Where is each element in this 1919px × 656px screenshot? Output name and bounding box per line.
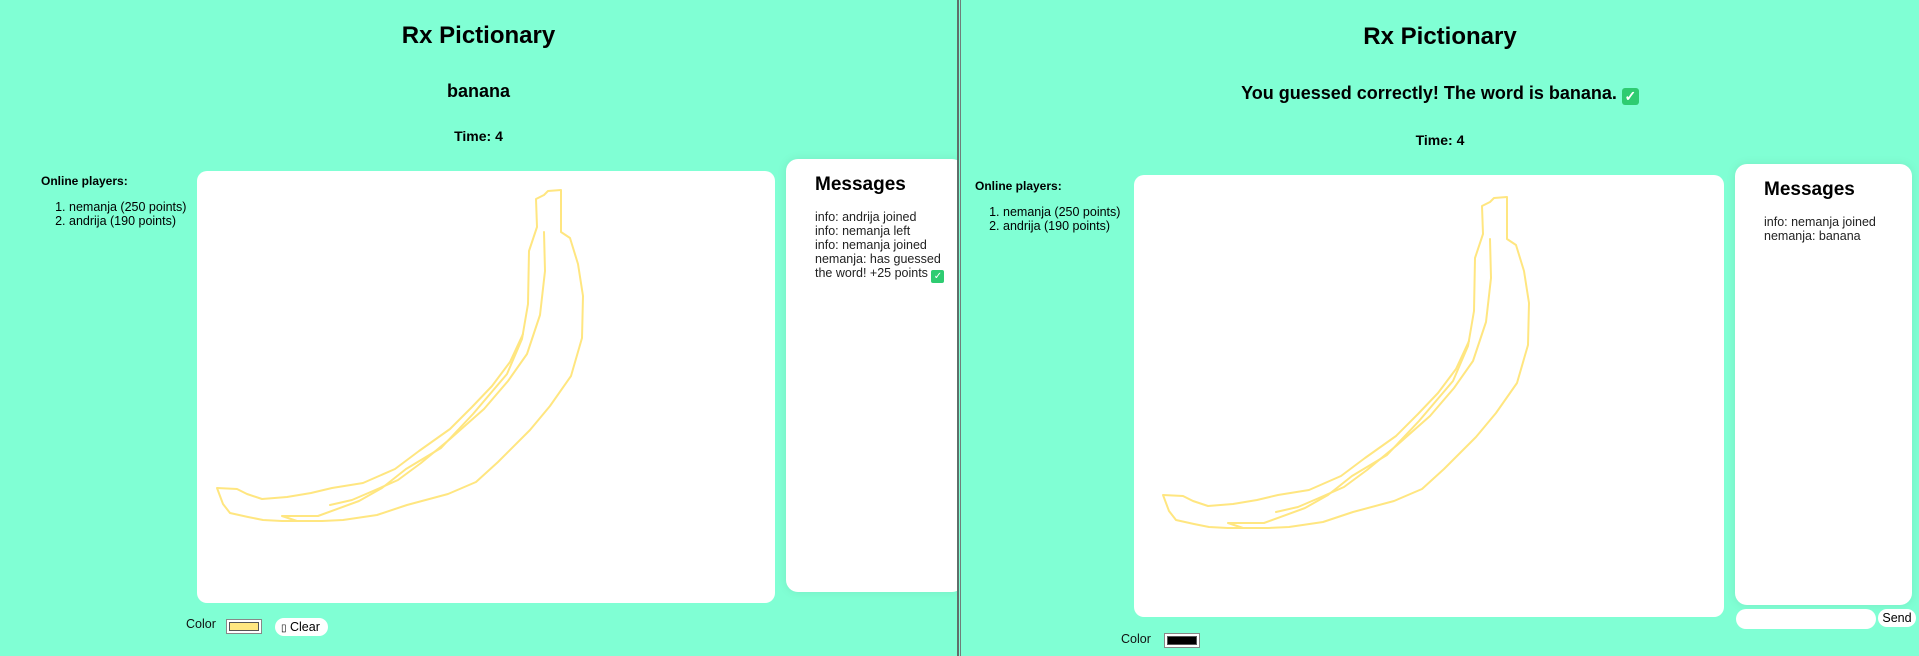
- message-item: info: nemanja joined: [1764, 215, 1876, 229]
- message-list: info: nemanja joined nemanja: banana: [1764, 215, 1909, 243]
- player-list: nemanja (250 points) andrija (190 points…: [41, 200, 186, 228]
- timer: Time: 4: [454, 128, 503, 144]
- messages-title: Messages: [1764, 179, 1855, 200]
- color-picker[interactable]: [226, 619, 262, 634]
- secret-word: banana: [446, 81, 511, 101]
- online-players: Online players: nemanja (250 points) and…: [41, 174, 186, 228]
- timer: Time: 4: [1415, 132, 1465, 148]
- app-title: Rx Pictionary: [1363, 23, 1517, 50]
- message-item: nemanja: has guessed the word! +25 point…: [815, 252, 957, 283]
- player-item: nemanja (250 points): [1003, 205, 1120, 219]
- check-icon: ✓: [931, 270, 945, 283]
- check-icon: ✓: [1621, 88, 1639, 105]
- message-item: info: nemanja joined: [815, 238, 927, 252]
- color-picker[interactable]: [1164, 633, 1200, 648]
- banana-drawing: [216, 189, 584, 522]
- result-message: You guessed correctly! The word is banan…: [961, 83, 1919, 105]
- app-title: Rx Pictionary: [401, 22, 556, 49]
- send-button[interactable]: Send: [1878, 609, 1916, 627]
- color-label: Color: [1121, 632, 1151, 646]
- messages-panel: Messages info: andrija joined info: nema…: [786, 159, 957, 592]
- drawer-view: Rx Pictionary banana Time: 4 Online play…: [0, 0, 959, 656]
- result-text: You guessed correctly! The word is banan…: [1241, 83, 1617, 103]
- banana-drawing: [1162, 196, 1530, 529]
- players-heading: Online players:: [41, 174, 128, 188]
- drawing-canvas: [1134, 175, 1724, 617]
- messages-panel: Messages info: nemanja joined nemanja: b…: [1735, 164, 1912, 605]
- players-heading: Online players:: [975, 179, 1062, 193]
- message-item: info: nemanja left: [815, 224, 911, 238]
- trash-icon: ▯: [281, 623, 287, 634]
- clear-label: Clear: [290, 620, 320, 634]
- player-item: andrija (190 points): [1003, 219, 1120, 233]
- chat-input[interactable]: [1736, 609, 1876, 629]
- message-list: info: andrija joined info: nemanja left …: [815, 210, 957, 283]
- player-list: nemanja (250 points) andrija (190 points…: [975, 205, 1120, 233]
- player-item: andrija (190 points): [69, 214, 186, 228]
- color-label: Color: [186, 617, 216, 631]
- online-players: Online players: nemanja (250 points) and…: [975, 179, 1120, 233]
- message-item: nemanja: banana: [1764, 229, 1861, 243]
- messages-title: Messages: [815, 174, 906, 195]
- player-item: nemanja (250 points): [69, 200, 186, 214]
- clear-button[interactable]: ▯ Clear: [275, 618, 328, 636]
- message-text: nemanja: has guessed the word! +25 point…: [815, 252, 941, 280]
- message-item: info: andrija joined: [815, 210, 917, 224]
- guesser-view: Rx Pictionary You guessed correctly! The…: [960, 0, 1919, 656]
- drawing-canvas[interactable]: [197, 171, 775, 603]
